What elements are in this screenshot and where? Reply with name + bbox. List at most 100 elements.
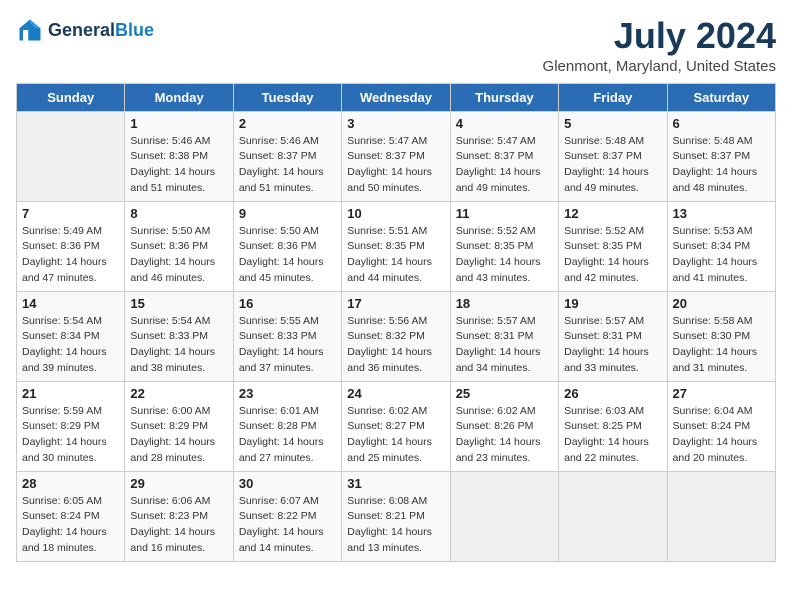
day-number: 4 <box>456 116 553 131</box>
calendar-subtitle: Glenmont, Maryland, United States <box>543 58 776 75</box>
sunrise-text: Sunrise: 5:50 AM <box>239 224 336 240</box>
sunset-text: Sunset: 8:37 PM <box>239 149 336 165</box>
day-info: Sunrise: 5:52 AMSunset: 8:35 PMDaylight:… <box>456 224 553 287</box>
day-number: 14 <box>22 296 119 311</box>
daylight-text: Daylight: 14 hours and 13 minutes. <box>347 525 444 557</box>
day-number: 1 <box>130 116 227 131</box>
sunset-text: Sunset: 8:31 PM <box>564 329 661 345</box>
day-info: Sunrise: 6:01 AMSunset: 8:28 PMDaylight:… <box>239 404 336 467</box>
sunrise-text: Sunrise: 5:52 AM <box>564 224 661 240</box>
sunrise-text: Sunrise: 6:05 AM <box>22 494 119 510</box>
calendar-week-row: 7Sunrise: 5:49 AMSunset: 8:36 PMDaylight… <box>17 201 776 291</box>
day-info: Sunrise: 5:50 AMSunset: 8:36 PMDaylight:… <box>239 224 336 287</box>
day-info: Sunrise: 5:46 AMSunset: 8:37 PMDaylight:… <box>239 134 336 197</box>
daylight-text: Daylight: 14 hours and 50 minutes. <box>347 165 444 197</box>
calendar-week-row: 28Sunrise: 6:05 AMSunset: 8:24 PMDayligh… <box>17 471 776 561</box>
table-row: 6 Sunrise: 5:48 AMSunset: 8:37 PMDaylight… <box>667 111 775 201</box>
sunrise-text: Sunrise: 5:46 AM <box>130 134 227 150</box>
table-row: 26Sunrise: 6:03 AMSunset: 8:25 PMDayligh… <box>559 381 667 471</box>
table-row: 10Sunrise: 5:51 AMSunset: 8:35 PMDayligh… <box>342 201 450 291</box>
table-row: 2Sunrise: 5:46 AMSunset: 8:37 PMDaylight… <box>233 111 341 201</box>
day-info: Sunrise: 5:47 AMSunset: 8:37 PMDaylight:… <box>347 134 444 197</box>
daylight-text: Daylight: 14 hours and 18 minutes. <box>22 525 119 557</box>
daylight-text: Daylight: 14 hours and 42 minutes. <box>564 255 661 287</box>
table-row <box>559 471 667 561</box>
table-row: 20 Sunrise: 5:58 AMSunset: 8:30 PMDayligh… <box>667 291 775 381</box>
daylight-text: Daylight: 14 hours and 36 minutes. <box>347 345 444 377</box>
daylight-text: Daylight: 14 hours and 46 minutes. <box>130 255 227 287</box>
day-info: Sunrise: 5:46 AMSunset: 8:38 PMDaylight:… <box>130 134 227 197</box>
daylight-text: Daylight: 14 hours and 48 minutes. <box>673 165 770 197</box>
day-info: Sunrise: 5:56 AMSunset: 8:32 PMDaylight:… <box>347 314 444 377</box>
table-row: 8Sunrise: 5:50 AMSunset: 8:36 PMDaylight… <box>125 201 233 291</box>
table-row: 16Sunrise: 5:55 AMSunset: 8:33 PMDayligh… <box>233 291 341 381</box>
sunrise-text: Sunrise: 5:57 AM <box>456 314 553 330</box>
day-number: 22 <box>130 386 227 401</box>
sunset-text: Sunset: 8:27 PM <box>347 419 444 435</box>
sunset-text: Sunset: 8:35 PM <box>347 239 444 255</box>
day-info: Sunrise: 6:05 AMSunset: 8:24 PMDaylight:… <box>22 494 119 557</box>
sunset-text: Sunset: 8:30 PM <box>673 329 770 345</box>
day-number: 6 <box>673 116 770 131</box>
day-number: 10 <box>347 206 444 221</box>
day-number: 20 <box>673 296 770 311</box>
daylight-text: Daylight: 14 hours and 38 minutes. <box>130 345 227 377</box>
sunrise-text: Sunrise: 5:48 AM <box>564 134 661 150</box>
sunset-text: Sunset: 8:33 PM <box>239 329 336 345</box>
day-info: Sunrise: 5:47 AMSunset: 8:37 PMDaylight:… <box>456 134 553 197</box>
day-number: 31 <box>347 476 444 491</box>
sunrise-text: Sunrise: 6:03 AM <box>564 404 661 420</box>
sunset-text: Sunset: 8:37 PM <box>673 149 770 165</box>
day-info: Sunrise: 5:54 AMSunset: 8:34 PMDaylight:… <box>22 314 119 377</box>
daylight-text: Daylight: 14 hours and 16 minutes. <box>130 525 227 557</box>
logo-text-general: General <box>48 20 115 40</box>
daylight-text: Daylight: 14 hours and 31 minutes. <box>673 345 770 377</box>
day-info: Sunrise: 6:02 AMSunset: 8:27 PMDaylight:… <box>347 404 444 467</box>
daylight-text: Daylight: 14 hours and 30 minutes. <box>22 435 119 467</box>
day-number: 23 <box>239 386 336 401</box>
sunset-text: Sunset: 8:29 PM <box>22 419 119 435</box>
day-info: Sunrise: 5:50 AMSunset: 8:36 PMDaylight:… <box>130 224 227 287</box>
sunset-text: Sunset: 8:29 PM <box>130 419 227 435</box>
sunrise-text: Sunrise: 6:00 AM <box>130 404 227 420</box>
day-info: Sunrise: 6:08 AMSunset: 8:21 PMDaylight:… <box>347 494 444 557</box>
day-info: Sunrise: 5:48 AMSunset: 8:37 PMDaylight:… <box>673 134 770 197</box>
sunset-text: Sunset: 8:37 PM <box>347 149 444 165</box>
table-row: 1 Sunrise: 5:46 AMSunset: 8:38 PMDaylight… <box>125 111 233 201</box>
logo: GeneralBlue <box>16 16 154 44</box>
daylight-text: Daylight: 14 hours and 14 minutes. <box>239 525 336 557</box>
header-friday: Friday <box>559 83 667 111</box>
sunrise-text: Sunrise: 5:58 AM <box>673 314 770 330</box>
sunset-text: Sunset: 8:36 PM <box>22 239 119 255</box>
table-row <box>667 471 775 561</box>
sunrise-text: Sunrise: 5:54 AM <box>130 314 227 330</box>
sunset-text: Sunset: 8:22 PM <box>239 509 336 525</box>
sunset-text: Sunset: 8:31 PM <box>456 329 553 345</box>
daylight-text: Daylight: 14 hours and 51 minutes. <box>130 165 227 197</box>
sunset-text: Sunset: 8:36 PM <box>239 239 336 255</box>
day-number: 26 <box>564 386 661 401</box>
daylight-text: Daylight: 14 hours and 44 minutes. <box>347 255 444 287</box>
sunrise-text: Sunrise: 6:06 AM <box>130 494 227 510</box>
day-number: 15 <box>130 296 227 311</box>
sunset-text: Sunset: 8:24 PM <box>22 509 119 525</box>
sunset-text: Sunset: 8:37 PM <box>456 149 553 165</box>
sunset-text: Sunset: 8:36 PM <box>130 239 227 255</box>
day-number: 5 <box>564 116 661 131</box>
table-row: 15 Sunrise: 5:54 AMSunset: 8:33 PMDayligh… <box>125 291 233 381</box>
sunrise-text: Sunrise: 5:59 AM <box>22 404 119 420</box>
sunset-text: Sunset: 8:28 PM <box>239 419 336 435</box>
page-header: GeneralBlue July 2024 Glenmont, Maryland… <box>16 16 776 75</box>
day-number: 13 <box>673 206 770 221</box>
sunset-text: Sunset: 8:33 PM <box>130 329 227 345</box>
daylight-text: Daylight: 14 hours and 23 minutes. <box>456 435 553 467</box>
sunset-text: Sunset: 8:21 PM <box>347 509 444 525</box>
day-number: 9 <box>239 206 336 221</box>
sunset-text: Sunset: 8:35 PM <box>564 239 661 255</box>
day-number: 7 <box>22 206 119 221</box>
daylight-text: Daylight: 14 hours and 25 minutes. <box>347 435 444 467</box>
day-info: Sunrise: 5:48 AMSunset: 8:37 PMDaylight:… <box>564 134 661 197</box>
day-number: 21 <box>22 386 119 401</box>
calendar-table: Sunday Monday Tuesday Wednesday Thursday… <box>16 83 776 562</box>
table-row: 22Sunrise: 6:00 AMSunset: 8:29 PMDayligh… <box>125 381 233 471</box>
